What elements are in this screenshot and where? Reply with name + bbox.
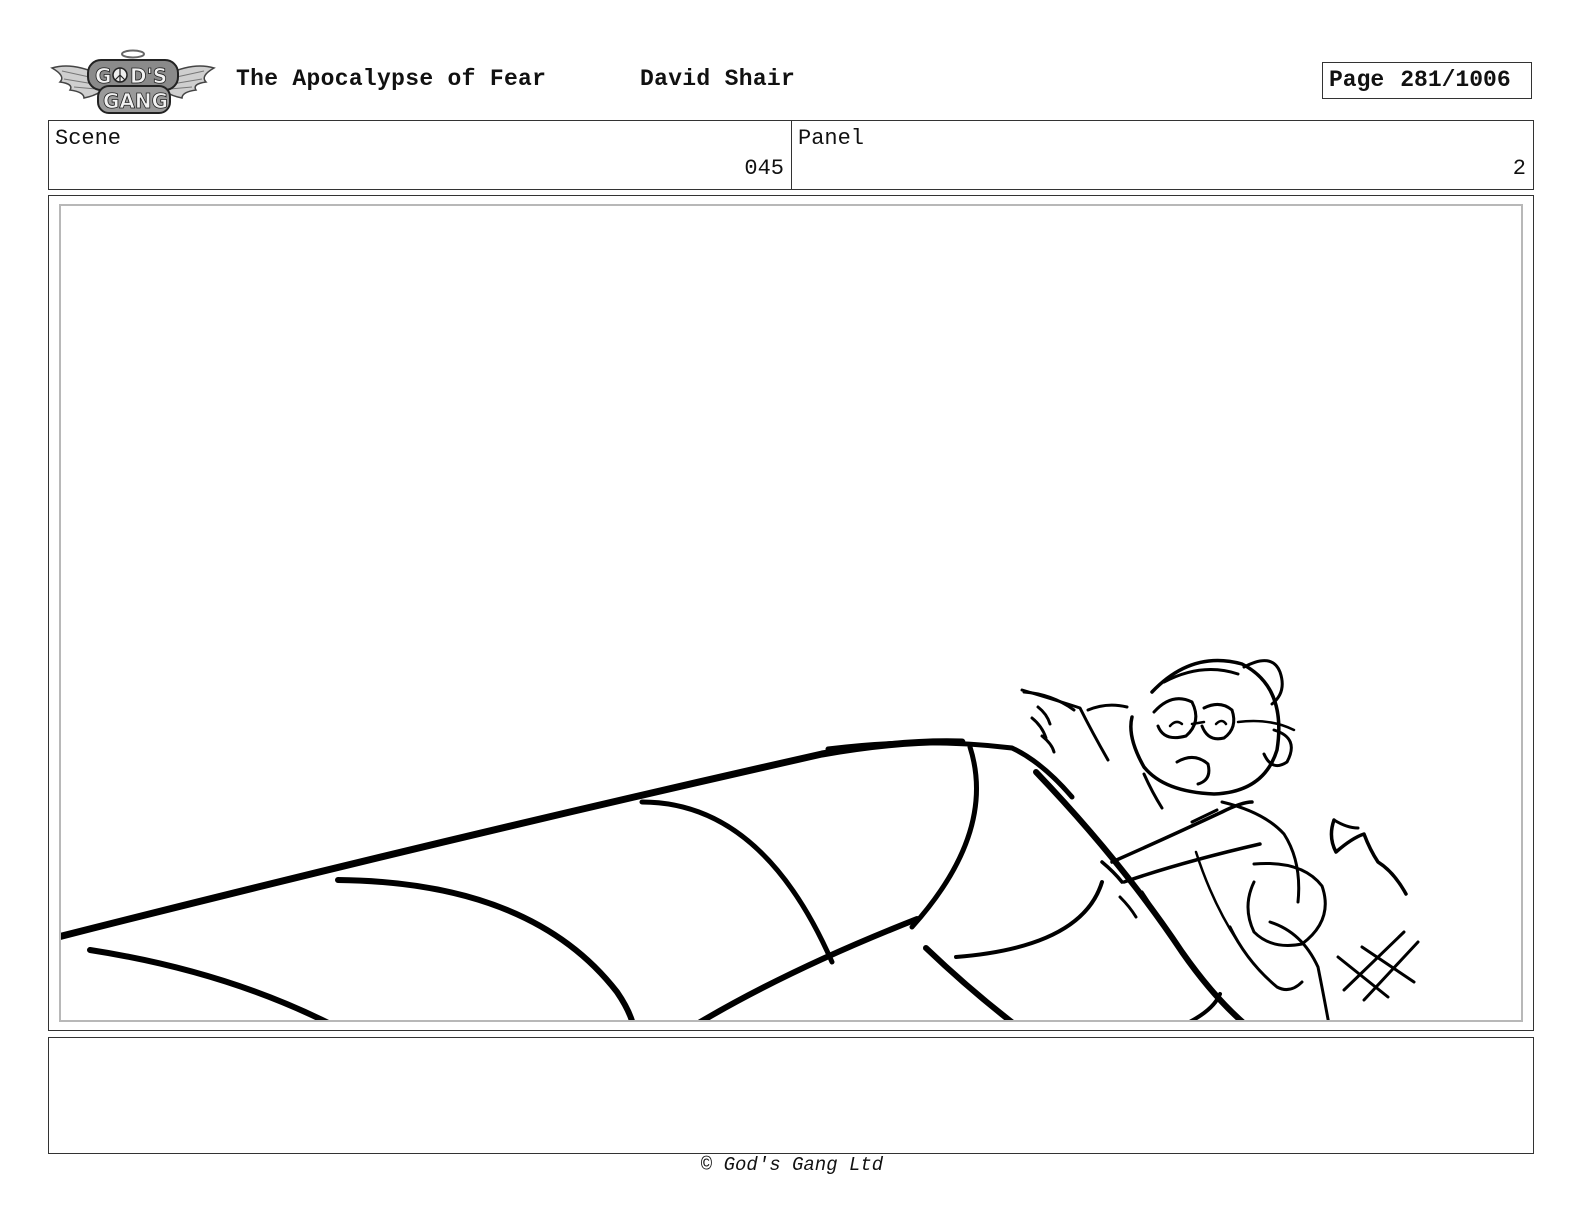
author-name: David Shair — [640, 66, 796, 92]
svg-text:GANG: GANG — [103, 89, 168, 113]
panel-number: 2 — [1512, 156, 1526, 181]
scene-label: Scene — [55, 126, 122, 151]
svg-text:D'S: D'S — [130, 64, 167, 88]
scene-panel-row: Scene 045 Panel 2 — [48, 120, 1534, 190]
copyright-footer: © God's Gang Ltd — [700, 1154, 884, 1176]
scene-number: 045 — [744, 156, 784, 181]
panel-cell: Panel 2 — [792, 121, 1533, 189]
page-indicator: Page 281/1006 — [1322, 62, 1532, 99]
scene-cell: Scene 045 — [49, 121, 792, 189]
storyboard-drawing-area — [59, 204, 1523, 1022]
svg-text:G: G — [95, 64, 111, 88]
page-label: Page — [1329, 67, 1385, 93]
panel-notes-box — [48, 1037, 1534, 1154]
project-title: The Apocalypse of Fear — [236, 66, 547, 92]
gods-gang-logo: G D'S GANG — [50, 46, 216, 118]
panel-label: Panel — [798, 126, 865, 151]
sketch-drawing — [61, 658, 1420, 1020]
page-number: 281/1006 — [1400, 67, 1511, 93]
